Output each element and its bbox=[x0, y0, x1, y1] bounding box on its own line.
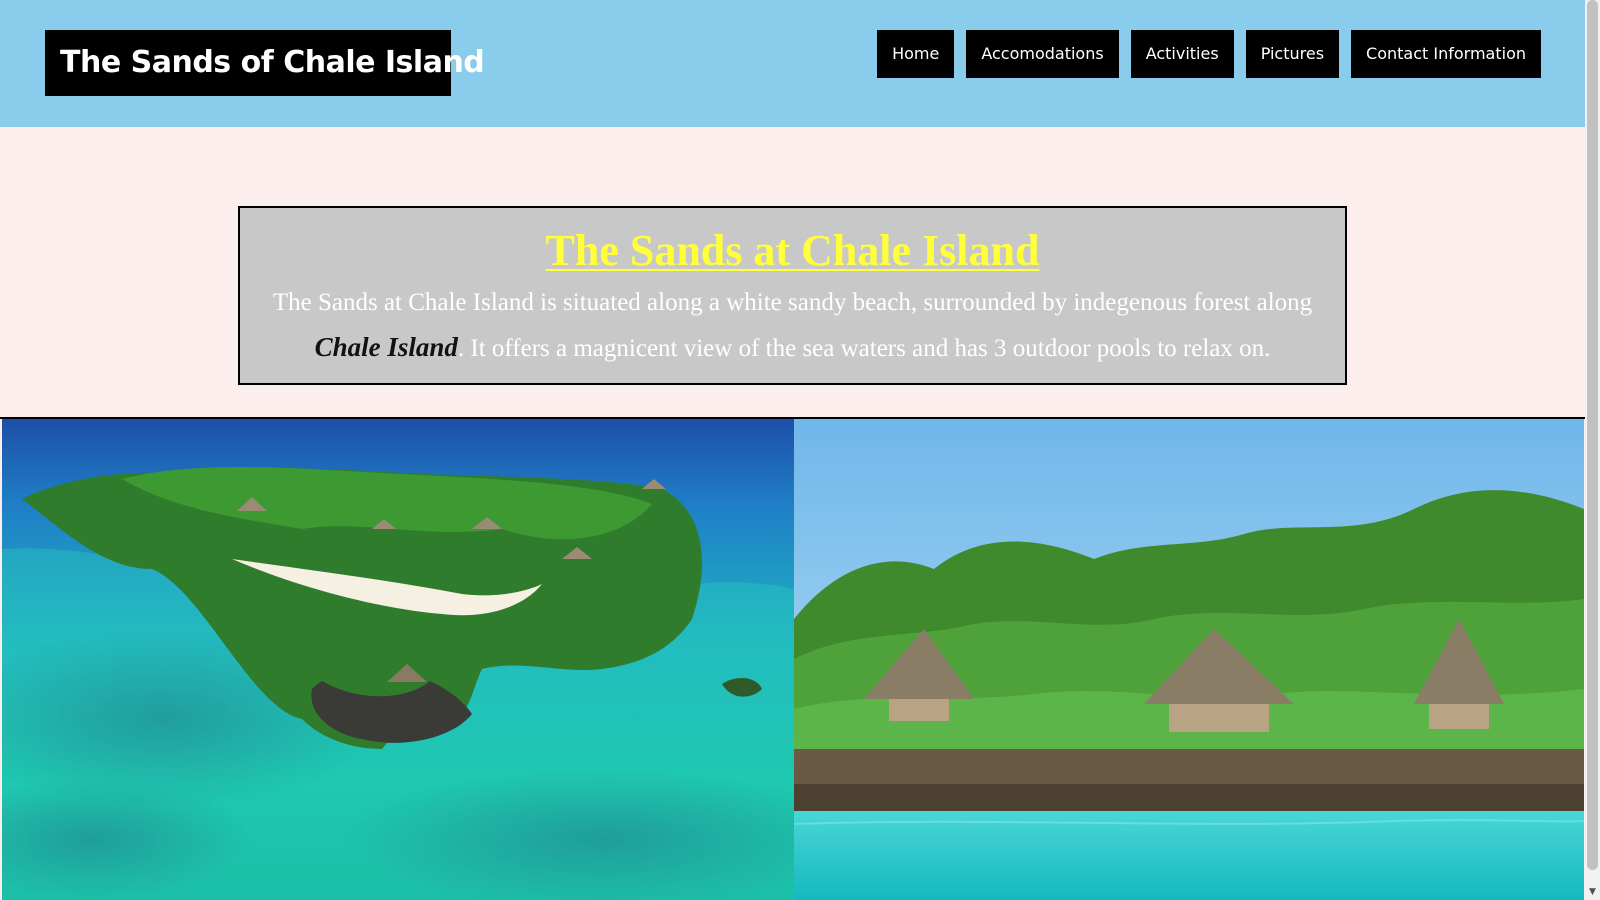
nav-contact-information[interactable]: Contact Information bbox=[1351, 30, 1541, 78]
site-brand[interactable]: The Sands of Chale Island bbox=[45, 30, 485, 96]
thatched-cottages-photo bbox=[794, 419, 1584, 900]
site-header: The Sands of Chale Island Home Accomodat… bbox=[0, 0, 1585, 127]
intro-text: The Sands at Chale Island is situated al… bbox=[240, 280, 1345, 371]
main-nav: Home Accomodations Activities Pictures C… bbox=[877, 30, 1541, 78]
intro-emphasis: Chale Island bbox=[314, 332, 458, 362]
scrollbar-thumb[interactable] bbox=[1587, 0, 1598, 870]
nav-accomodations[interactable]: Accomodations bbox=[966, 30, 1119, 78]
page: The Sands of Chale Island Home Accomodat… bbox=[0, 0, 1585, 900]
nav-activities[interactable]: Activities bbox=[1130, 30, 1234, 78]
intro-box: The Sands at Chale Island The Sands at C… bbox=[238, 206, 1347, 385]
aerial-island-photo bbox=[2, 419, 794, 900]
nav-pictures[interactable]: Pictures bbox=[1245, 30, 1340, 78]
scroll-down-arrow-icon[interactable]: ▼ bbox=[1585, 885, 1600, 900]
intro-text-after: . It offers a magnicent view of the sea … bbox=[457, 335, 1271, 362]
page-scrollbar[interactable]: ▼ bbox=[1585, 0, 1600, 900]
intro-text-before: The Sands at Chale Island is situated al… bbox=[272, 289, 1313, 316]
intro-title: The Sands at Chale Island bbox=[545, 226, 1040, 275]
nav-home[interactable]: Home bbox=[877, 30, 955, 78]
